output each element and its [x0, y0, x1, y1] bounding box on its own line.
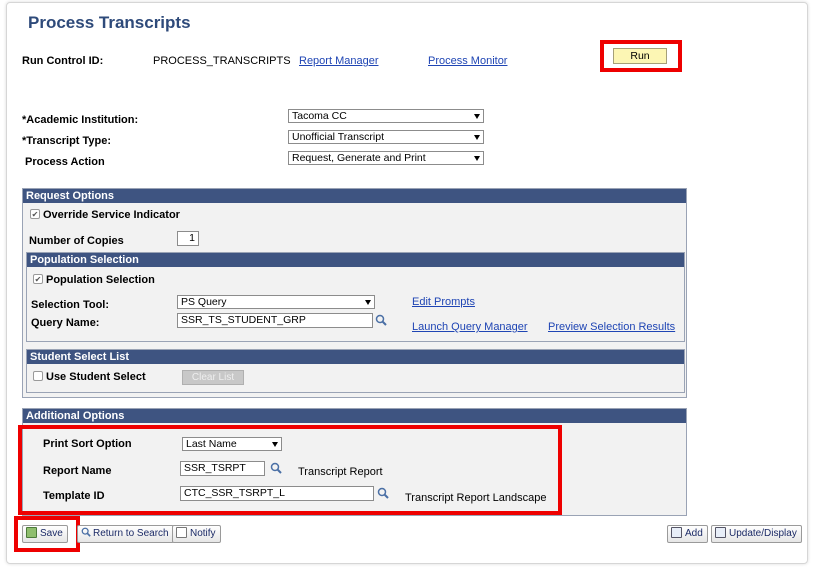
search-icon[interactable] — [375, 314, 387, 326]
return-to-search-button[interactable]: Return to Search — [77, 525, 174, 543]
additional-options-header: Additional Options — [23, 409, 686, 423]
search-icon[interactable] — [270, 462, 282, 474]
template-description: Transcript Report Landscape — [405, 492, 547, 504]
chevron-down-icon — [474, 135, 480, 140]
institution-value: Tacoma CC — [292, 110, 347, 122]
process-action-label: Process Action — [25, 156, 105, 168]
copies-label: Number of Copies — [29, 235, 124, 247]
save-icon — [26, 527, 37, 538]
transcript-type-value: Unofficial Transcript — [292, 131, 385, 143]
search-icon — [81, 527, 91, 537]
institution-select[interactable]: Tacoma CC — [288, 109, 484, 123]
update-display-label: Update/Display — [729, 528, 797, 539]
run-control-value: PROCESS_TRANSCRIPTS — [153, 55, 291, 67]
clear-list-button: Clear List — [182, 370, 244, 385]
save-button[interactable]: Save — [22, 525, 68, 543]
add-icon — [671, 527, 682, 538]
update-display-button[interactable]: Update/Display — [711, 525, 802, 543]
selection-tool-label: Selection Tool: — [31, 299, 110, 311]
report-description: Transcript Report — [298, 466, 383, 478]
process-monitor-link[interactable]: Process Monitor — [428, 55, 507, 67]
population-selection-label: Population Selection — [46, 274, 155, 286]
run-control-label: Run Control ID: — [22, 55, 104, 67]
print-sort-select[interactable]: Last Name — [182, 437, 282, 451]
process-action-value: Request, Generate and Print — [292, 152, 426, 164]
add-button[interactable]: Add — [667, 525, 708, 543]
search-icon[interactable] — [377, 487, 389, 499]
update-display-icon — [715, 527, 726, 538]
run-button[interactable]: Run — [613, 48, 667, 64]
chevron-down-icon — [474, 114, 480, 119]
return-to-search-label: Return to Search — [93, 528, 169, 539]
use-student-select-label: Use Student Select — [46, 371, 146, 383]
copies-input[interactable]: 1 — [177, 231, 199, 246]
preview-selection-results-link[interactable]: Preview Selection Results — [548, 321, 675, 333]
template-id-input[interactable]: CTC_SSR_TSRPT_L — [180, 486, 374, 501]
launch-query-manager-link[interactable]: Launch Query Manager — [412, 321, 528, 333]
selection-tool-select[interactable]: PS Query — [177, 295, 375, 309]
chevron-down-icon — [272, 442, 278, 447]
override-service-checkbox[interactable]: ✔ — [30, 209, 40, 219]
report-manager-link[interactable]: Report Manager — [299, 55, 379, 67]
edit-prompts-link[interactable]: Edit Prompts — [412, 296, 475, 308]
use-student-select-checkbox[interactable] — [33, 371, 43, 381]
request-options-header: Request Options — [23, 189, 686, 203]
chevron-down-icon — [365, 300, 371, 305]
query-name-input[interactable]: SSR_TS_STUDENT_GRP — [177, 313, 373, 328]
process-action-select[interactable]: Request, Generate and Print — [288, 151, 484, 165]
query-name-label: Query Name: — [31, 317, 100, 329]
notify-label: Notify — [190, 528, 216, 539]
chevron-down-icon — [474, 156, 480, 161]
page-title: Process Transcripts — [28, 13, 191, 32]
notify-button[interactable]: Notify — [172, 525, 221, 543]
population-selection-checkbox[interactable]: ✔ — [33, 274, 43, 284]
report-name-label: Report Name — [43, 465, 112, 477]
print-sort-value: Last Name — [186, 438, 237, 450]
institution-label: *Academic Institution: — [22, 114, 139, 126]
selection-tool-value: PS Query — [181, 296, 227, 308]
add-label: Add — [685, 528, 703, 539]
student-select-header: Student Select List — [27, 350, 684, 364]
transcript-type-label: *Transcript Type: — [22, 135, 112, 147]
save-label: Save — [40, 528, 63, 539]
template-id-label: Template ID — [43, 490, 105, 502]
override-service-label: Override Service Indicator — [43, 209, 180, 221]
print-sort-label: Print Sort Option — [43, 438, 132, 450]
notify-icon — [176, 527, 187, 538]
population-selection-header: Population Selection — [27, 253, 684, 267]
report-name-input[interactable]: SSR_TSRPT — [180, 461, 265, 476]
transcript-type-select[interactable]: Unofficial Transcript — [288, 130, 484, 144]
